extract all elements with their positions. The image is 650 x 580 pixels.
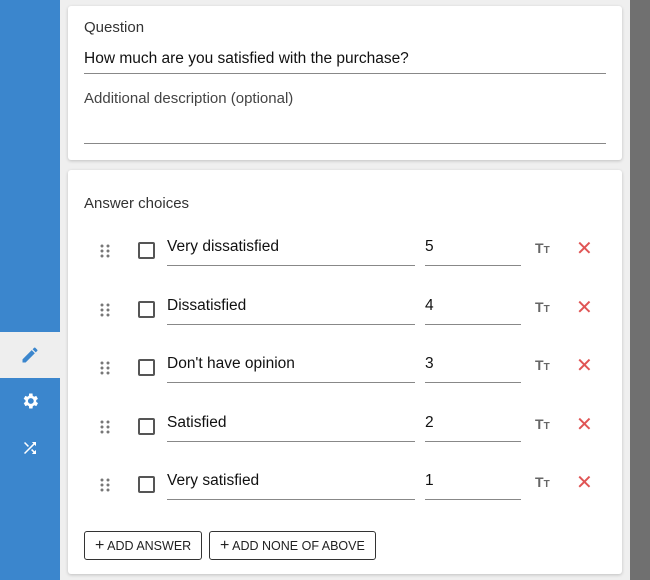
scroll-area (630, 0, 650, 580)
description-input[interactable] (84, 118, 606, 144)
sidebar-item-edit[interactable] (0, 332, 60, 378)
answer-text-input[interactable]: Very satisfied (167, 466, 415, 500)
drag-handle-icon[interactable] (100, 244, 110, 258)
answer-value-input[interactable]: 4 (425, 291, 521, 325)
text-format-icon[interactable]: TT (535, 416, 550, 432)
add-answer-button[interactable]: + ADD ANSWER (84, 531, 203, 560)
answer-text-input[interactable]: Don't have opinion (167, 349, 415, 383)
answer-value-input[interactable]: 5 (425, 232, 521, 266)
gear-icon (23, 393, 38, 409)
answers-card: Answer choices Very dissatisfied 5 TT ✕ … (68, 170, 622, 574)
text-format-icon[interactable]: TT (535, 357, 550, 373)
answers-label: Answer choices (84, 195, 190, 212)
drag-handle-icon[interactable] (100, 303, 110, 317)
close-icon[interactable]: ✕ (576, 353, 593, 378)
answer-row: Don't have opinion 3 TT ✕ (68, 349, 622, 389)
close-icon[interactable]: ✕ (576, 470, 593, 495)
close-icon[interactable]: ✕ (576, 412, 593, 437)
answer-row: Dissatisfied 4 TT ✕ (68, 291, 622, 331)
text-format-icon[interactable]: TT (535, 474, 550, 490)
answer-row: Very dissatisfied 5 TT ✕ (68, 232, 622, 272)
answer-text-input[interactable]: Satisfied (167, 408, 415, 442)
sidebar-item-settings[interactable] (0, 378, 60, 424)
plus-icon: + (220, 537, 230, 554)
answer-checkbox[interactable] (138, 476, 155, 493)
question-input[interactable]: How much are you satisfied with the purc… (84, 48, 606, 74)
add-none-of-above-button[interactable]: + ADD NONE OF ABOVE (209, 531, 376, 560)
answer-value-input[interactable]: 1 (425, 466, 521, 500)
sidebar (0, 0, 60, 580)
question-card: Question How much are you satisfied with… (68, 6, 622, 160)
drag-handle-icon[interactable] (100, 361, 110, 375)
answer-value-input[interactable]: 3 (425, 349, 521, 383)
pencil-icon (22, 347, 38, 363)
answer-value-input[interactable]: 2 (425, 408, 521, 442)
question-label: Question (84, 19, 145, 36)
shuffle-icon (24, 442, 36, 454)
answer-checkbox[interactable] (138, 300, 155, 318)
answer-checkbox[interactable] (138, 242, 155, 259)
plus-icon: + (95, 537, 105, 554)
answer-row: Satisfied 2 TT ✕ (68, 408, 622, 448)
answer-checkbox[interactable] (138, 359, 155, 376)
answer-text-input[interactable]: Dissatisfied (167, 291, 415, 325)
answer-checkbox[interactable] (138, 417, 155, 435)
drag-handle-icon[interactable] (100, 478, 110, 492)
answer-row: Very satisfied 1 TT ✕ (68, 466, 622, 506)
close-icon[interactable]: ✕ (576, 295, 593, 320)
drag-handle-icon[interactable] (100, 420, 110, 434)
sidebar-item-shuffle[interactable] (0, 425, 60, 471)
text-format-icon[interactable]: TT (535, 240, 550, 256)
text-format-icon[interactable]: TT (535, 299, 550, 315)
close-icon[interactable]: ✕ (576, 236, 593, 261)
description-placeholder: Additional description (optional) (84, 90, 294, 107)
answer-text-input[interactable]: Very dissatisfied (167, 232, 415, 266)
